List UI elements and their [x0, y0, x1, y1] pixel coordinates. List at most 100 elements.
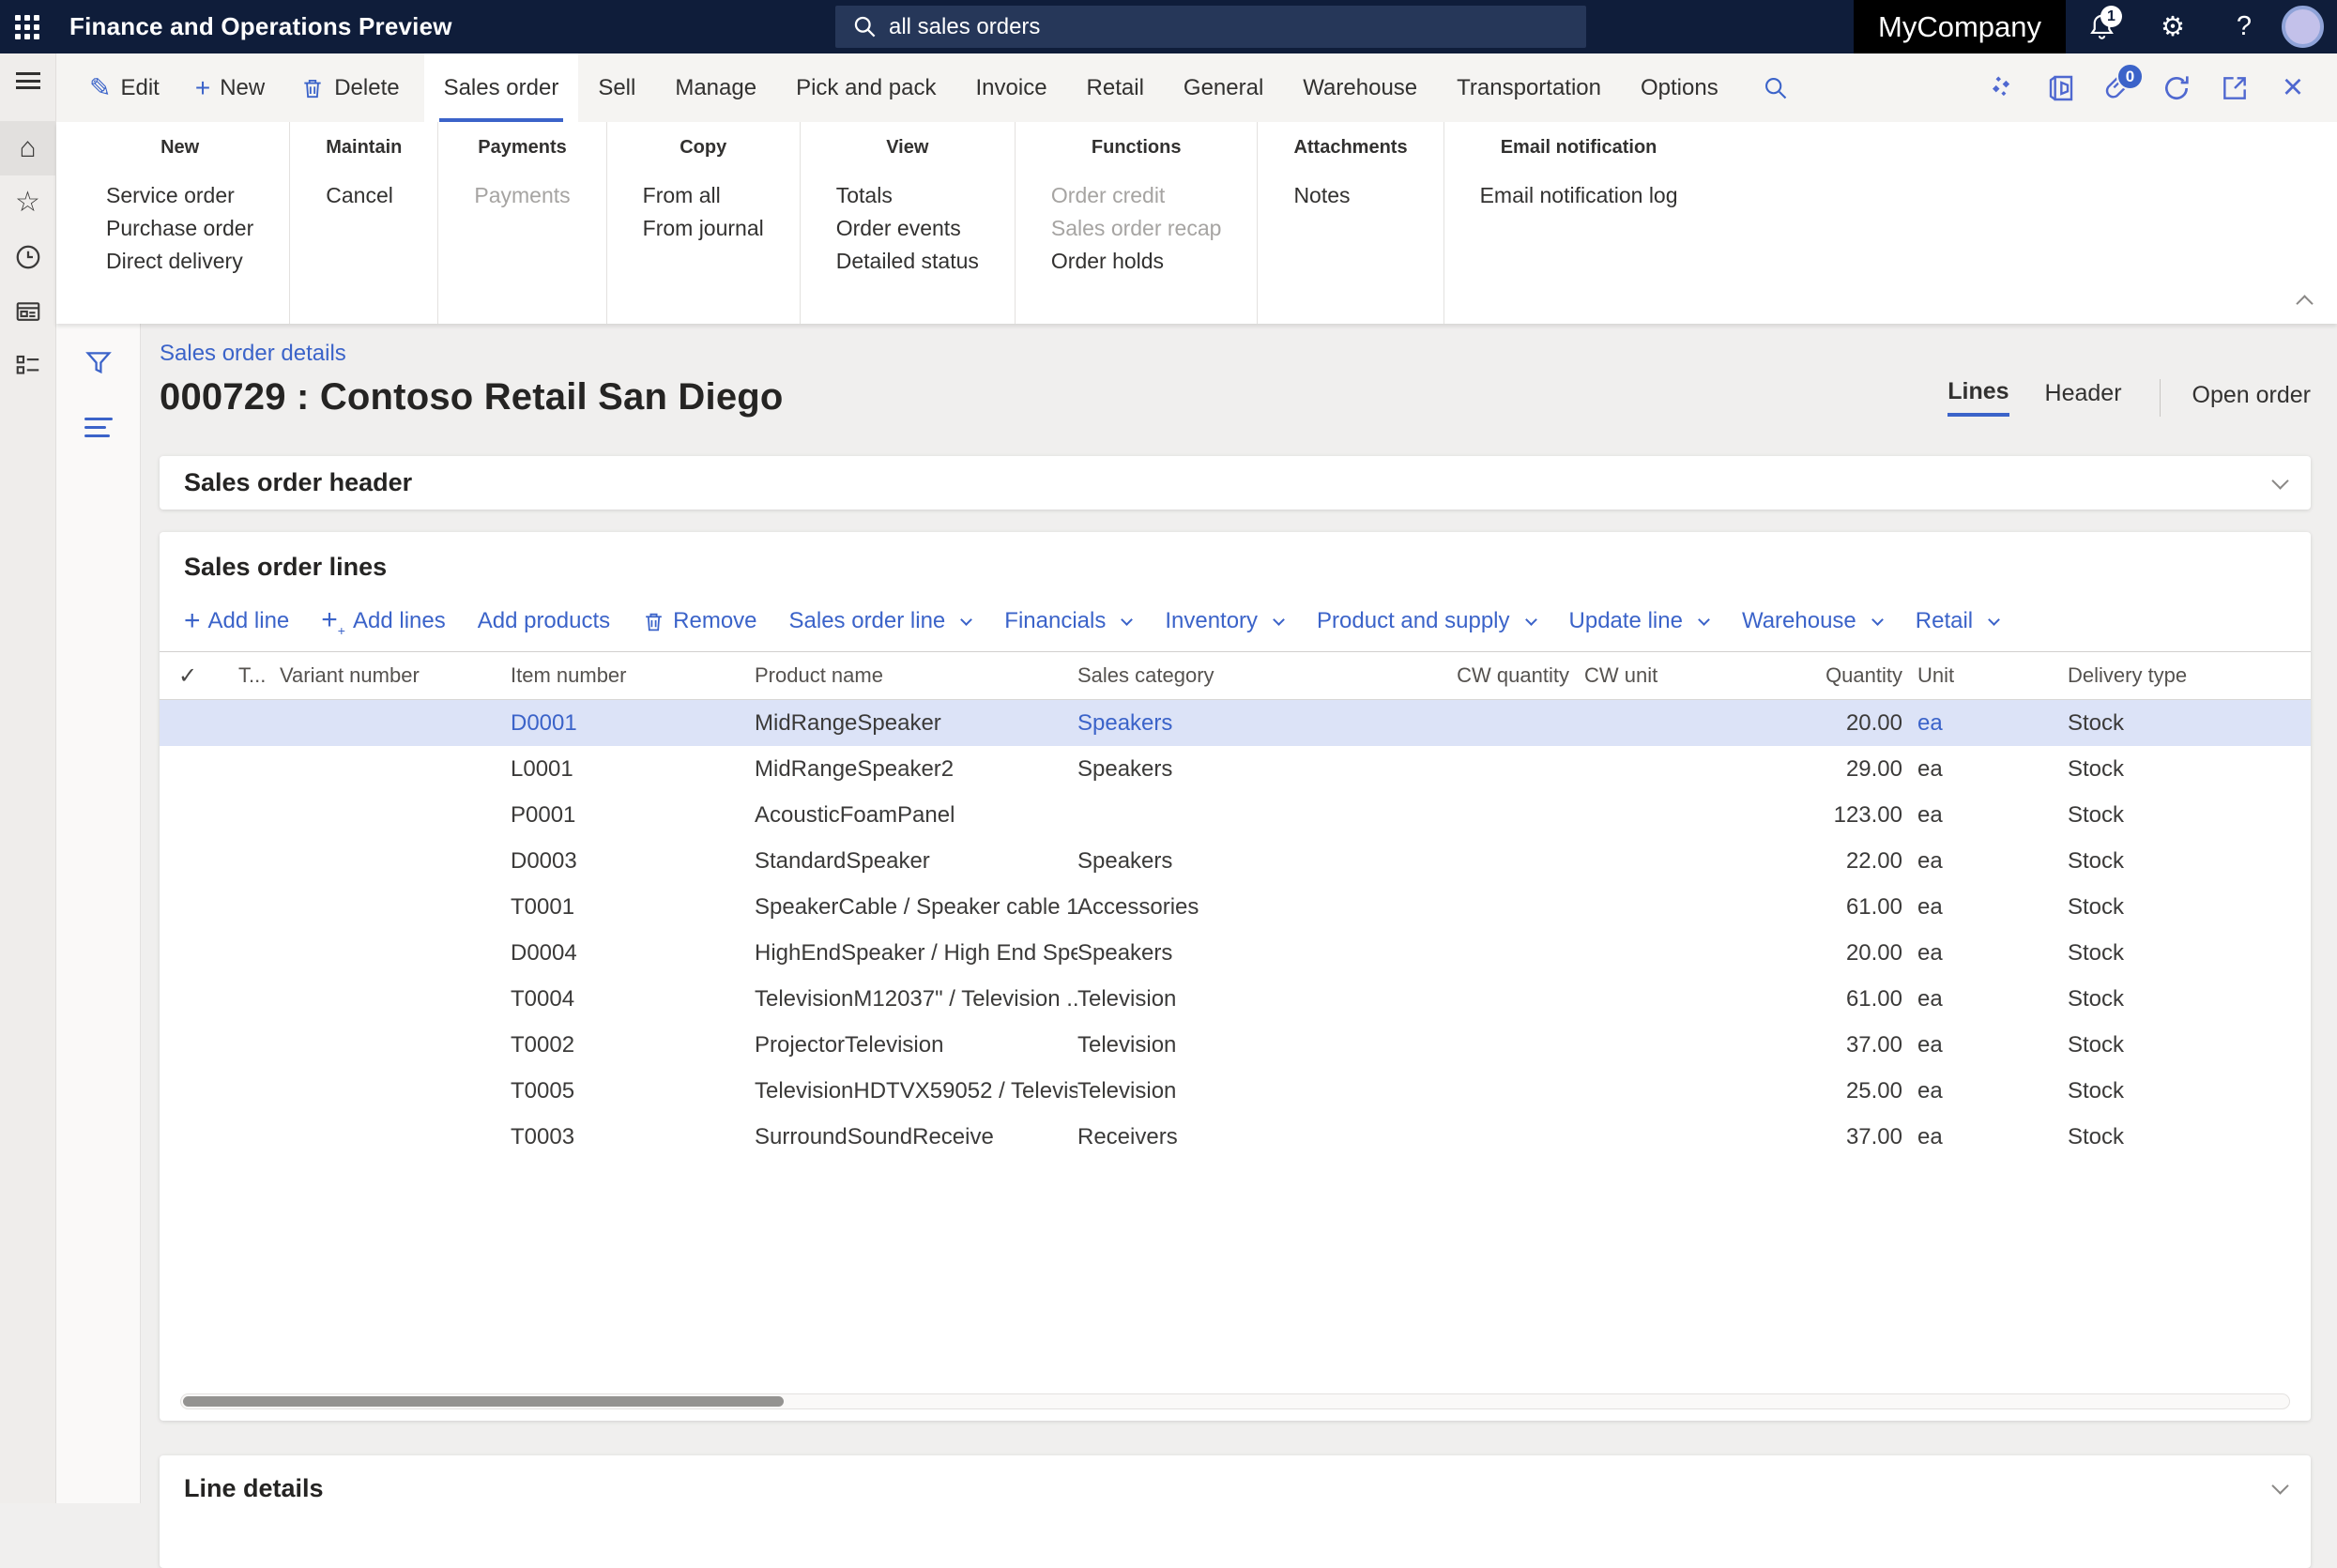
delivery-type: Stock: [2068, 940, 2311, 967]
add-line-button[interactable]: + Add line: [184, 607, 289, 635]
table-row[interactable]: D0004 HighEndSpeaker / High End Spe... S…: [160, 930, 2311, 976]
office-book-icon[interactable]: [2031, 53, 2089, 122]
attachments-badge: 0: [2116, 63, 2144, 90]
quantity: 29.00: [1744, 756, 1917, 783]
select-all-checkmark[interactable]: ✓: [178, 662, 238, 690]
edit-label: Edit: [120, 75, 159, 101]
breadcrumb[interactable]: Sales order details: [160, 341, 346, 367]
app-launcher-waffle-icon[interactable]: [0, 0, 54, 53]
attachments-paperclip-icon[interactable]: 0: [2089, 53, 2147, 122]
tab-options[interactable]: Options: [1621, 53, 1738, 122]
settings-gear-icon[interactable]: ⚙: [2137, 0, 2208, 53]
hamburger-menu-icon[interactable]: [0, 53, 56, 108]
table-row[interactable]: P0001 AcousticFoamPanel 123.00 ea Stock: [160, 792, 2311, 838]
column-quantity[interactable]: Quantity: [1744, 663, 1917, 688]
global-search-box[interactable]: [835, 6, 1586, 48]
sales-order-line-menu[interactable]: Sales order line: [789, 608, 973, 634]
column-item-number[interactable]: Item number: [511, 663, 755, 688]
service-order-button[interactable]: Service order: [106, 179, 253, 212]
column-type[interactable]: T...: [238, 663, 280, 688]
edit-button[interactable]: ✎ Edit: [89, 75, 160, 101]
tab-sales-order[interactable]: Sales order: [424, 53, 579, 122]
company-picker[interactable]: MyCompany: [1854, 0, 2066, 53]
sidebar-item-favorites[interactable]: ☆: [0, 175, 56, 230]
search-input[interactable]: [889, 14, 1546, 40]
list-view-icon[interactable]: [84, 418, 113, 443]
table-row[interactable]: T0005 TelevisionHDTVX59052 / Televisi...…: [160, 1068, 2311, 1114]
warehouse-menu[interactable]: Warehouse: [1742, 608, 1884, 634]
column-product-name[interactable]: Product name: [755, 663, 1077, 688]
scrollbar-thumb[interactable]: [183, 1396, 784, 1407]
direct-delivery-button[interactable]: Direct delivery: [106, 245, 253, 278]
help-icon[interactable]: ?: [2208, 0, 2280, 53]
open-order-button[interactable]: Open order: [2192, 382, 2311, 413]
sidebar-item-recent[interactable]: [0, 230, 56, 284]
detailed-status-button[interactable]: Detailed status: [836, 245, 979, 278]
expand-line-details-chevron-icon[interactable]: [2274, 1480, 2286, 1497]
remove-button[interactable]: Remove: [642, 608, 756, 634]
expand-header-chevron-icon[interactable]: [2274, 475, 2286, 492]
column-variant-number[interactable]: Variant number: [280, 663, 511, 688]
tab-header[interactable]: Header: [2045, 380, 2122, 415]
sidebar-item-home[interactable]: ⌂: [0, 121, 56, 175]
column-delivery-type[interactable]: Delivery type: [2068, 663, 2311, 688]
order-events-button[interactable]: Order events: [836, 212, 979, 245]
table-row[interactable]: T0001 SpeakerCable / Speaker cable 10 Ac…: [160, 884, 2311, 930]
table-row[interactable]: T0004 TelevisionM12037" / Television ...…: [160, 976, 2311, 1022]
table-row[interactable]: D0003 StandardSpeaker Speakers 22.00 ea …: [160, 838, 2311, 884]
retail-menu[interactable]: Retail: [1916, 608, 2000, 634]
tab-retail[interactable]: Retail: [1067, 53, 1164, 122]
tab-invoice[interactable]: Invoice: [956, 53, 1067, 122]
add-lines-button[interactable]: ++ Add lines: [321, 606, 445, 637]
collapse-ribbon-chevron-icon[interactable]: [2289, 296, 2313, 312]
tab-general[interactable]: General: [1164, 53, 1283, 122]
unit-link[interactable]: ea: [1917, 710, 2068, 737]
sidebar-item-workspaces[interactable]: [0, 284, 56, 339]
product-name: SpeakerCable / Speaker cable 10: [755, 894, 1077, 921]
sidebar-item-modules[interactable]: [0, 339, 56, 393]
filter-icon[interactable]: [84, 348, 114, 378]
add-products-button[interactable]: Add products: [478, 608, 610, 634]
totals-button[interactable]: Totals: [836, 179, 979, 212]
close-icon[interactable]: ×: [2264, 53, 2322, 122]
inventory-menu[interactable]: Inventory: [1165, 608, 1285, 634]
purchase-order-button[interactable]: Purchase order: [106, 212, 253, 245]
column-cw-unit[interactable]: CW unit: [1584, 663, 1744, 688]
user-avatar[interactable]: [2282, 6, 2324, 48]
tab-pick-and-pack[interactable]: Pick and pack: [776, 53, 955, 122]
update-line-menu[interactable]: Update line: [1569, 608, 1710, 634]
column-cw-quantity[interactable]: CW quantity: [1387, 663, 1584, 688]
horizontal-scrollbar[interactable]: [180, 1393, 2290, 1409]
sparkle-diamonds-icon[interactable]: [1973, 53, 2031, 122]
tab-lines[interactable]: Lines: [1948, 378, 2009, 417]
table-row[interactable]: D0001 MidRangeSpeaker Speakers 20.00 ea …: [160, 700, 2311, 746]
tab-transportation[interactable]: Transportation: [1437, 53, 1621, 122]
column-unit[interactable]: Unit: [1917, 663, 2068, 688]
order-holds-button[interactable]: Order holds: [1051, 245, 1222, 278]
financials-menu[interactable]: Financials: [1004, 608, 1133, 634]
notes-button[interactable]: Notes: [1293, 179, 1407, 212]
table-row[interactable]: L0001 MidRangeSpeaker2 Speakers 29.00 ea…: [160, 746, 2311, 792]
menu-label: Product and supply: [1317, 608, 1509, 634]
from-all-button[interactable]: From all: [643, 179, 764, 212]
email-notification-log-button[interactable]: Email notification log: [1480, 179, 1678, 212]
tab-sell[interactable]: Sell: [578, 53, 655, 122]
from-journal-button[interactable]: From journal: [643, 212, 764, 245]
refresh-icon[interactable]: [2147, 53, 2206, 122]
table-row[interactable]: T0002 ProjectorTelevision Television 37.…: [160, 1022, 2311, 1068]
product-and-supply-menu[interactable]: Product and supply: [1317, 608, 1536, 634]
item-number-link[interactable]: D0001: [511, 710, 755, 737]
tab-warehouse[interactable]: Warehouse: [1283, 53, 1437, 122]
open-in-new-window-icon[interactable]: [2206, 53, 2264, 122]
column-sales-category[interactable]: Sales category: [1077, 663, 1387, 688]
cancel-button[interactable]: Cancel: [326, 179, 402, 212]
notifications-bell-icon[interactable]: 1: [2066, 0, 2137, 53]
actionpane-search-icon[interactable]: [1738, 53, 1813, 122]
ribbon-group-title: Payments: [474, 137, 570, 159]
chevron-down-icon: [1698, 614, 1710, 626]
sales-category-link[interactable]: Speakers: [1077, 710, 1387, 737]
new-button[interactable]: + New: [195, 75, 265, 101]
tab-manage[interactable]: Manage: [655, 53, 776, 122]
delete-button[interactable]: Delete: [300, 75, 399, 101]
table-row[interactable]: T0003 SurroundSoundReceive Receivers 37.…: [160, 1114, 2311, 1160]
